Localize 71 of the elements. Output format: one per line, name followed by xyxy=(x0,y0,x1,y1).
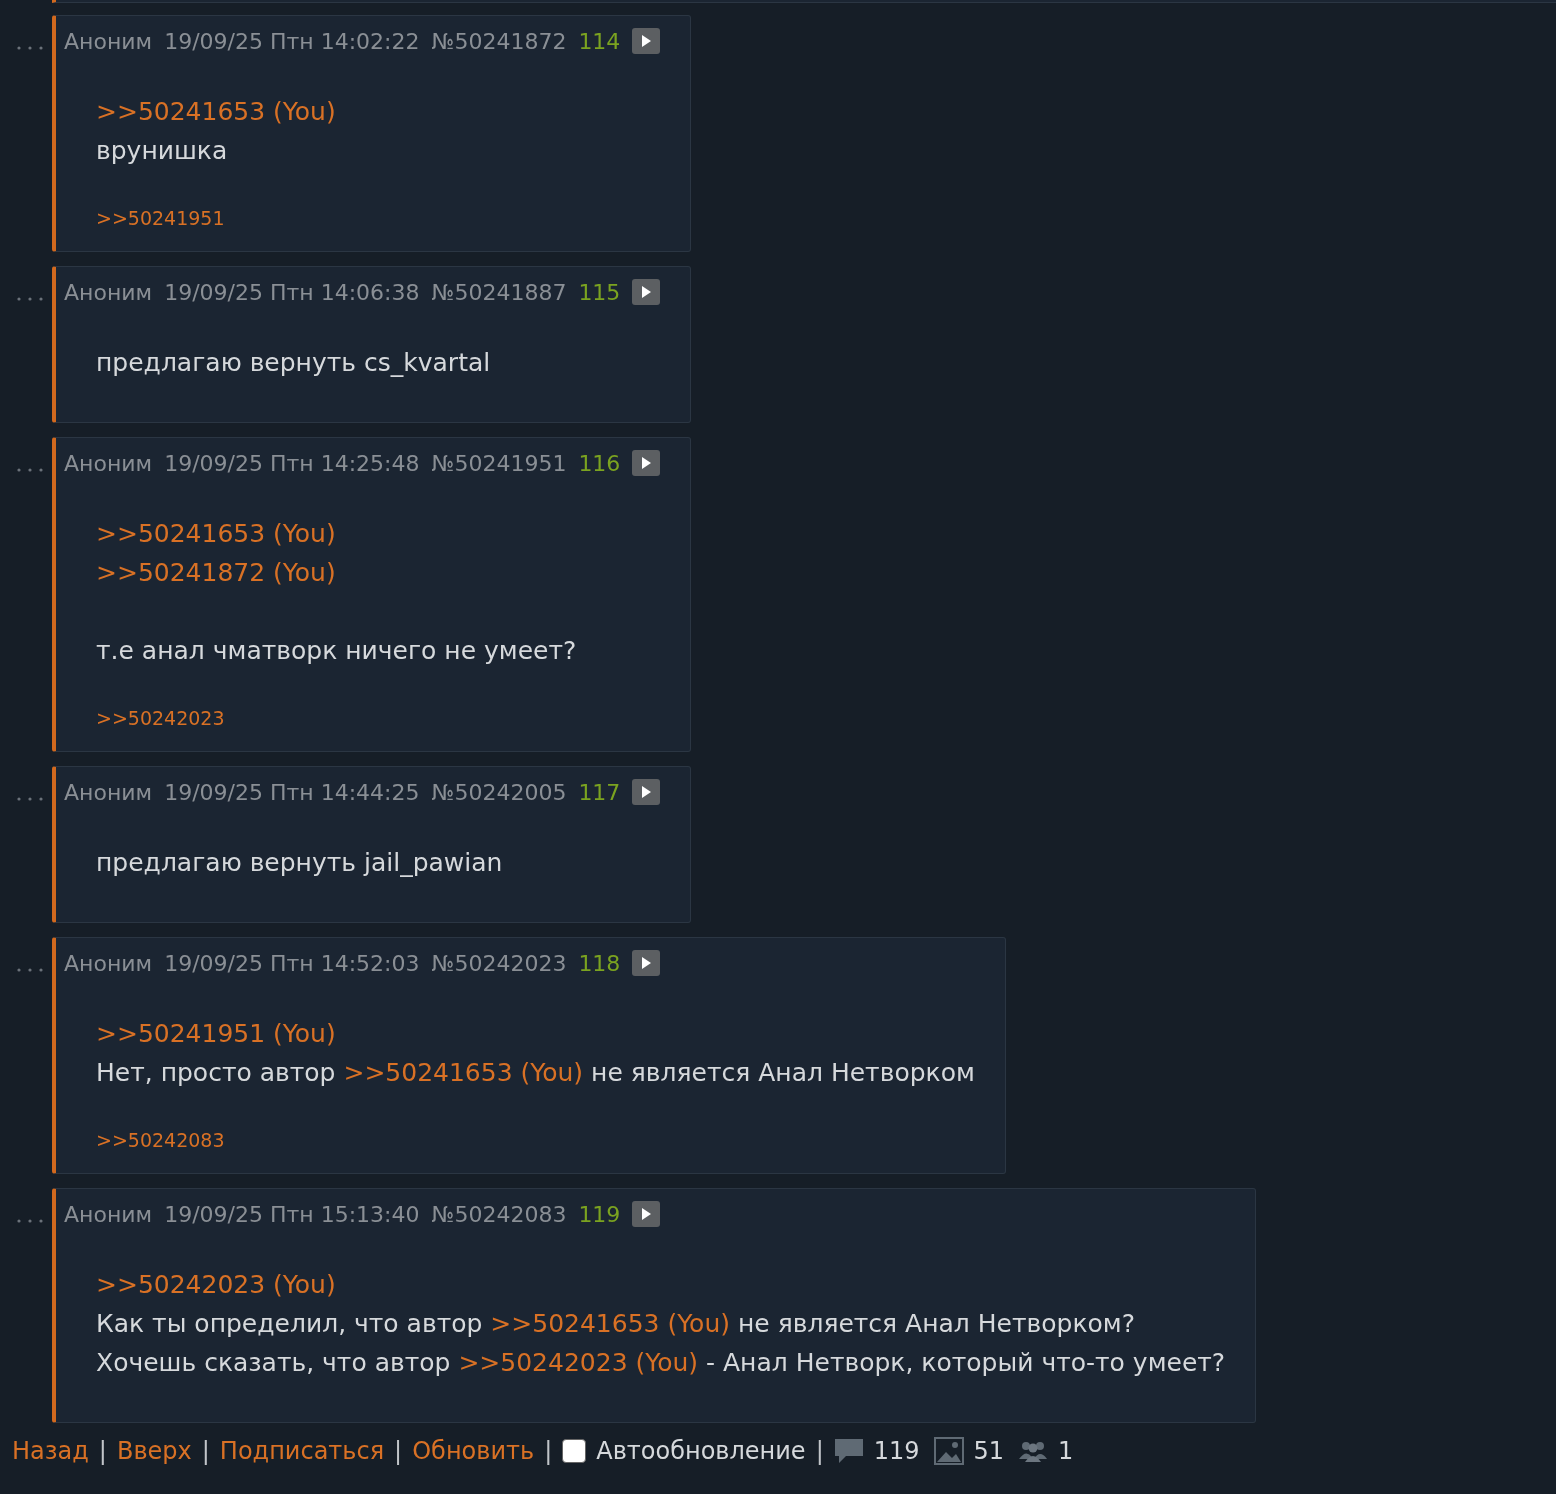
checkbox[interactable] xyxy=(562,1439,587,1463)
post-text: предлагаю вернуть cs_kvartal xyxy=(96,347,492,379)
post-number[interactable]: №50242005 xyxy=(431,779,567,805)
poster-name: Аноним xyxy=(64,450,153,476)
reply-link[interactable]: >>50241653 (You) xyxy=(490,1309,730,1338)
post-text: Как ты определил, что автор >>50241653 (You) не является Анал Нетворком? xyxy=(96,1308,1136,1340)
nav-link[interactable]: Подписаться xyxy=(219,1437,385,1465)
separator: | xyxy=(98,1437,107,1465)
more-icon[interactable] xyxy=(16,467,44,473)
post-text: Нет, просто автор >>50241653 (You) не является Анал Нетворком xyxy=(96,1057,975,1089)
nav-link[interactable]: Обновить xyxy=(412,1437,535,1465)
checkbox-label[interactable]: Автообновление xyxy=(596,1437,806,1465)
post-date: 19/09/25 Птн 14:06:38 xyxy=(164,279,420,305)
reply-link[interactable]: >>50242083 xyxy=(96,1129,225,1151)
reply-link[interactable]: >>50242023 (You) xyxy=(96,1270,336,1299)
post-index: 115 xyxy=(578,279,621,305)
post-number[interactable]: №50241887 xyxy=(431,279,567,305)
stat-count: 119 xyxy=(873,1437,920,1465)
image-icon xyxy=(933,1437,964,1465)
post-date: 19/09/25 Птн 14:02:22 xyxy=(164,28,420,54)
play-icon[interactable] xyxy=(632,1201,661,1227)
post-date: 19/09/25 Птн 15:13:40 xyxy=(164,1201,420,1227)
more-icon[interactable] xyxy=(16,296,44,302)
people-icon xyxy=(1018,1439,1049,1463)
post-index: 118 xyxy=(578,950,621,976)
poster-name: Аноним xyxy=(64,1201,153,1227)
reply-link[interactable]: >>50241872 (You) xyxy=(96,558,336,587)
more-icon[interactable] xyxy=(16,967,44,973)
play-icon[interactable] xyxy=(632,450,661,476)
reply-link[interactable]: >>50242023 xyxy=(96,707,225,729)
post-text: предлагаю вернуть jail_pawian xyxy=(96,847,504,879)
nav-link[interactable]: Назад xyxy=(12,1437,89,1465)
reply-link[interactable]: >>50241951 xyxy=(96,207,225,229)
play-icon[interactable] xyxy=(632,28,661,54)
reply-link[interactable]: >>50241653 (You) xyxy=(96,519,336,548)
post-number[interactable]: №50241872 xyxy=(431,28,567,54)
poster-name: Аноним xyxy=(64,28,153,54)
separator: | xyxy=(394,1437,403,1465)
post-text: врунишка xyxy=(96,135,229,167)
nav-link[interactable]: Вверх xyxy=(116,1437,192,1465)
comment-icon xyxy=(833,1438,864,1464)
more-icon[interactable] xyxy=(16,796,44,802)
post-index: 114 xyxy=(578,28,621,54)
poster-name: Аноним xyxy=(64,279,153,305)
reply-link[interactable]: >>50242023 (You) xyxy=(458,1348,699,1377)
post-text: Хочешь сказать, что автор >>50242023 (You) - Анал Нетворк, который что-то умеет? xyxy=(96,1347,1226,1379)
play-icon[interactable] xyxy=(632,279,661,305)
separator: | xyxy=(201,1437,210,1465)
post-index: 119 xyxy=(578,1201,621,1227)
post-number[interactable]: №50242083 xyxy=(431,1201,567,1227)
post-date: 19/09/25 Птн 14:52:03 xyxy=(164,950,420,976)
separator: | xyxy=(815,1437,824,1465)
post-text: т.е анал чматворк ничего не умеет? xyxy=(96,635,578,667)
post-date: 19/09/25 Птн 14:44:25 xyxy=(164,779,420,805)
poster-name: Аноним xyxy=(64,950,153,976)
reply-link[interactable]: >>50241653 (You) xyxy=(96,97,336,126)
more-icon[interactable] xyxy=(16,45,44,51)
post-index: 116 xyxy=(578,450,621,476)
play-icon[interactable] xyxy=(632,950,661,976)
post-number[interactable]: №50242023 xyxy=(431,950,567,976)
separator: | xyxy=(544,1437,553,1465)
post-index: 117 xyxy=(578,779,621,805)
stat-count: 1 xyxy=(1058,1437,1074,1465)
poster-name: Аноним xyxy=(64,779,153,805)
stat-count: 51 xyxy=(973,1437,1005,1465)
more-icon[interactable] xyxy=(16,1218,44,1224)
play-icon[interactable] xyxy=(632,779,661,805)
reply-link[interactable]: >>50241653 (You) xyxy=(343,1058,584,1087)
reply-link[interactable]: >>50241951 (You) xyxy=(96,1019,336,1048)
post-number[interactable]: №50241951 xyxy=(431,450,567,476)
post-date: 19/09/25 Птн 14:25:48 xyxy=(164,450,420,476)
